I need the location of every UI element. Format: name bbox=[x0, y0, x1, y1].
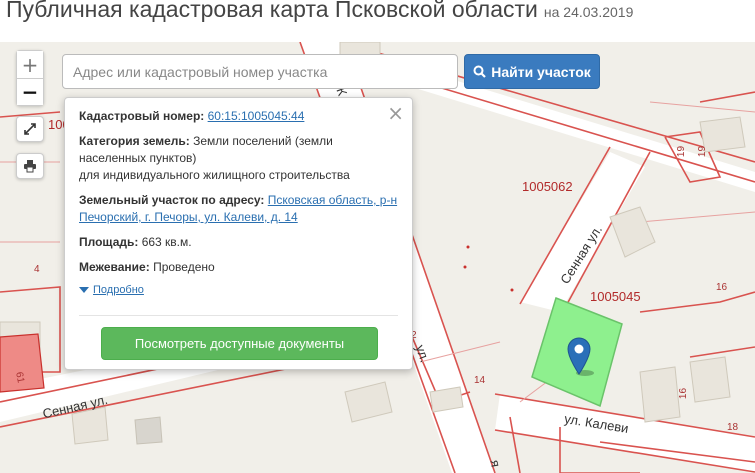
parcel-info-popup: × Кадастровый номер: 60:15:1005045:44 Ка… bbox=[64, 97, 413, 370]
area-row: Площадь: 663 кв.м. bbox=[79, 234, 398, 251]
plot-label: 19 bbox=[676, 145, 688, 158]
map-marker-icon[interactable] bbox=[566, 336, 596, 378]
area-value: 663 кв.м. bbox=[141, 235, 192, 249]
details-toggle-label: Подробно bbox=[93, 284, 144, 296]
print-button[interactable] bbox=[16, 153, 44, 179]
plot-label: 19 bbox=[697, 145, 709, 158]
view-documents-button[interactable]: Посмотреть доступные документы bbox=[101, 327, 378, 360]
app-root: Публичная кадастровая карта Псковской об… bbox=[0, 0, 755, 473]
fullscreen-button[interactable] bbox=[16, 116, 44, 142]
page-header: Публичная кадастровая карта Псковской об… bbox=[6, 0, 633, 32]
plot-label: 18 bbox=[727, 422, 739, 433]
land-category-value-2: населенных пунктов) bbox=[79, 151, 197, 165]
area-label: Площадь: bbox=[79, 235, 139, 249]
zoom-control: + − bbox=[16, 50, 44, 106]
page-date: на 24.03.2019 bbox=[543, 4, 634, 20]
popup-divider bbox=[79, 315, 398, 316]
caret-down-icon bbox=[79, 286, 89, 293]
survey-row: Межевание: Проведено bbox=[79, 259, 398, 276]
search-input[interactable] bbox=[62, 54, 458, 89]
address-row: Земельный участок по адресу: Псковская о… bbox=[79, 192, 398, 226]
details-toggle[interactable]: Подробно bbox=[79, 284, 398, 296]
survey-label: Межевание: bbox=[79, 260, 150, 274]
plot-label: 4 bbox=[34, 264, 40, 275]
address-link-2[interactable]: Печорский, г. Печоры, ул. Калеви, д. 14 bbox=[79, 210, 298, 224]
cadastral-number-label: Кадастровый номер: bbox=[79, 109, 205, 123]
search-button-label: Найти участок bbox=[491, 63, 591, 80]
close-icon[interactable]: × bbox=[387, 101, 404, 125]
print-icon bbox=[24, 160, 36, 173]
cadastral-number-link[interactable]: 60:15:1005045:44 bbox=[208, 109, 305, 123]
land-category-value-3: для индивидуального жилищного строительс… bbox=[79, 168, 350, 182]
parcel-61 bbox=[0, 333, 45, 393]
search-button[interactable]: Найти участок bbox=[464, 54, 600, 89]
plot-label: 61 bbox=[13, 371, 26, 384]
search-icon bbox=[473, 65, 486, 78]
land-category-row: Категория земель: Земли поселений (земли… bbox=[79, 133, 398, 184]
plot-label: 14 bbox=[474, 375, 486, 386]
survey-value: Проведено bbox=[153, 260, 215, 274]
fullscreen-icon bbox=[24, 123, 36, 135]
address-link[interactable]: Псковская область, р-н bbox=[268, 193, 397, 207]
zoom-out-button[interactable]: − bbox=[17, 78, 43, 105]
page-title: Публичная кадастровая карта Псковской об… bbox=[6, 0, 538, 22]
address-label: Земельный участок по адресу: bbox=[79, 193, 265, 207]
plot-label: 16 bbox=[716, 282, 728, 293]
zoom-in-button[interactable]: + bbox=[17, 51, 43, 78]
plot-label: 16 bbox=[678, 387, 690, 400]
land-category-value: Земли поселений (земли bbox=[193, 134, 333, 148]
cadastral-number-row: Кадастровый номер: 60:15:1005045:44 bbox=[79, 108, 398, 125]
parcel-label-1005045: 1005045 bbox=[590, 289, 641, 304]
land-category-label: Категория земель: bbox=[79, 134, 190, 148]
parcel-label-1005062: 1005062 bbox=[522, 179, 573, 194]
